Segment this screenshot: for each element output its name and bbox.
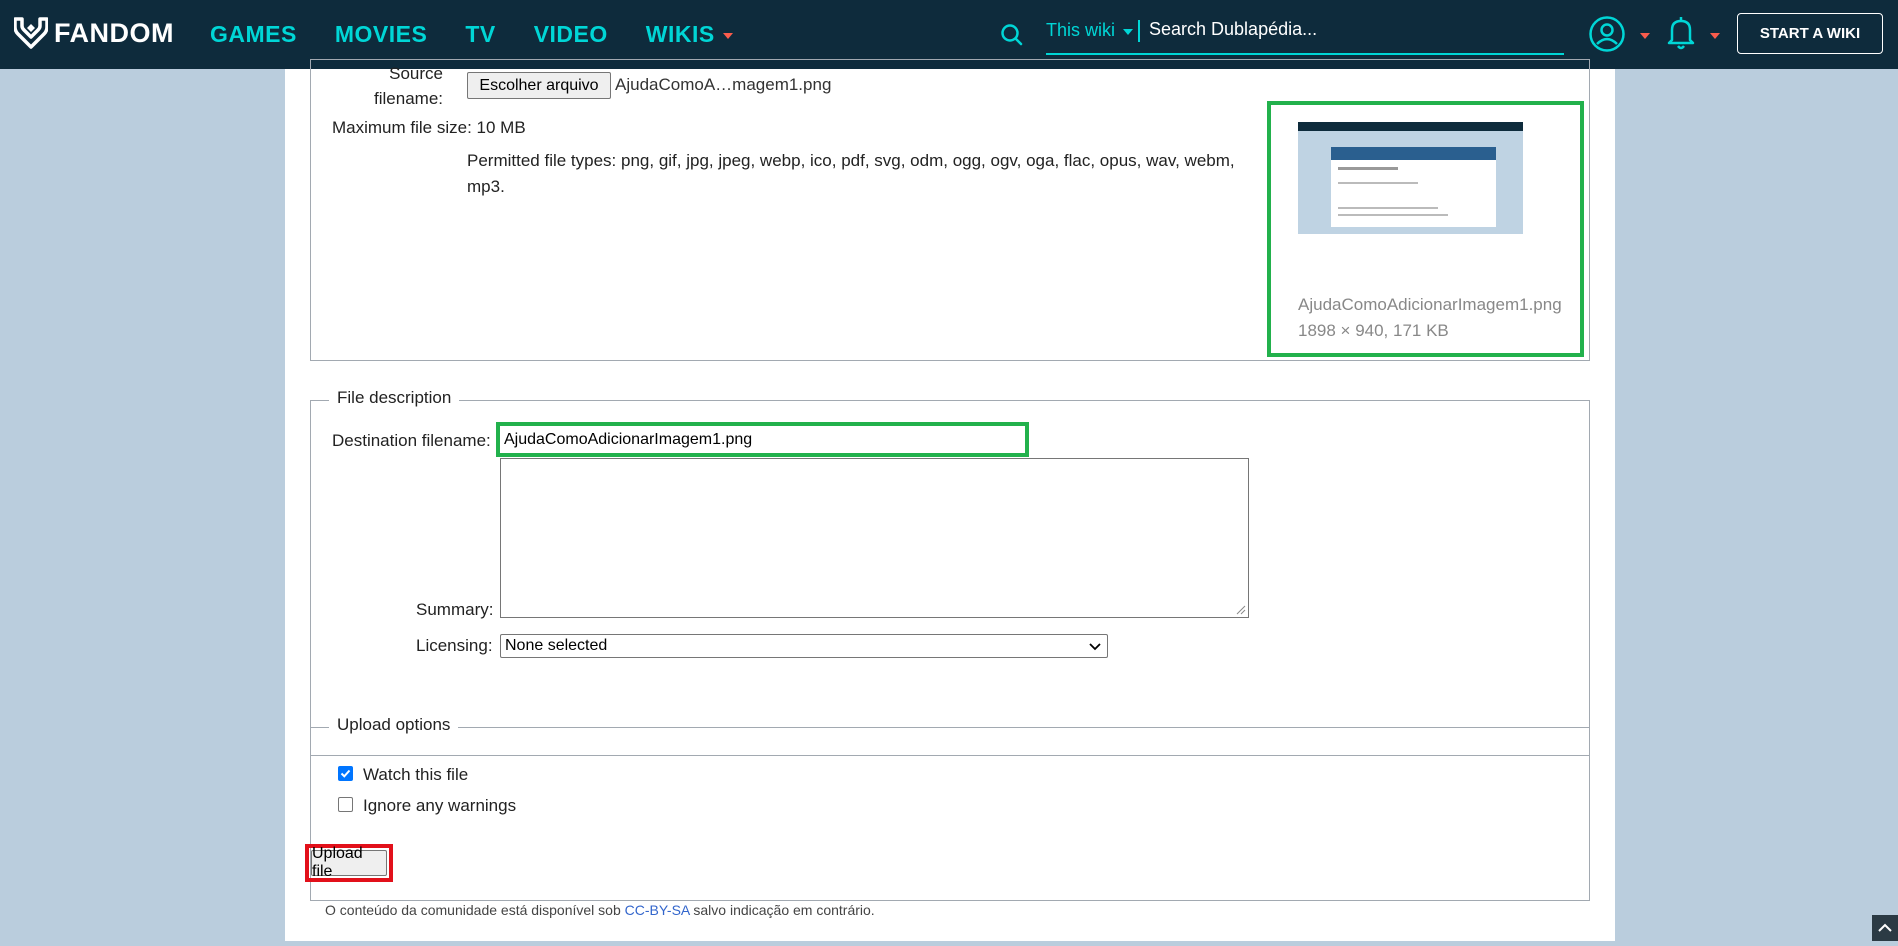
upload-form-card: Source filename: Escolher arquivo AjudaC…: [285, 59, 1615, 941]
source-label-line1: Source: [389, 64, 443, 83]
user-avatar-icon[interactable]: [1588, 15, 1626, 53]
preview-meta: 1898 × 940, 171 KB: [1298, 321, 1449, 340]
file-description-legend: File description: [329, 388, 460, 408]
footer-prefix: O conteúdo da comunidade está disponível…: [325, 902, 625, 918]
fandom-logo[interactable]: FANDOM: [14, 16, 174, 50]
fandom-wordmark: FANDOM: [54, 17, 174, 48]
resize-handle-icon[interactable]: [1236, 605, 1246, 615]
choose-file-button[interactable]: Escolher arquivo: [467, 72, 611, 99]
source-filename-label: Source filename:: [311, 61, 443, 111]
nav-games-label: GAMES: [210, 21, 297, 47]
ignore-warnings-checkbox[interactable]: [338, 797, 353, 812]
nav-video[interactable]: VIDEO: [534, 21, 608, 48]
permitted-file-types: Permitted file types: png, gif, jpg, jpe…: [467, 148, 1235, 200]
search-scope-dropdown[interactable]: This wiki: [1046, 20, 1134, 41]
license-footer: O conteúdo da comunidade está disponível…: [325, 902, 875, 918]
notifications-bell-icon[interactable]: [1666, 15, 1696, 51]
fandom-heart-icon: [14, 17, 48, 49]
nav-video-label: VIDEO: [533, 21, 608, 47]
permitted-line2: mp3.: [467, 177, 505, 196]
search-input[interactable]: Search Dublapédia...: [1149, 19, 1317, 40]
summary-textarea[interactable]: [500, 458, 1249, 618]
licensing-select[interactable]: None selected: [500, 634, 1108, 658]
max-file-size: Maximum file size: 10 MB: [332, 118, 526, 137]
upload-options-fieldset: Upload options Watch this file Ignore an…: [310, 715, 1590, 901]
preview-filename: AjudaComoAdicionarImagem1.png: [1298, 295, 1562, 314]
start-a-wiki-button[interactable]: START A WIKI: [1737, 13, 1883, 54]
scroll-to-top-button[interactable]: [1872, 915, 1898, 941]
file-preview-thumbnail: [1298, 122, 1523, 234]
chevron-down-icon[interactable]: [1640, 33, 1650, 39]
nav-tv-label: TV: [465, 21, 496, 47]
licensing-label: Licensing:: [416, 636, 493, 655]
search-divider: [1138, 20, 1140, 42]
search-scope-label: This wiki: [1046, 20, 1116, 40]
watch-file-checkbox[interactable]: [338, 766, 353, 781]
chevron-down-icon[interactable]: [1710, 33, 1720, 39]
file-preview-highlight: AjudaComoAdicionarImagem1.png 1898 × 940…: [1267, 101, 1584, 357]
nav-games[interactable]: GAMES: [210, 21, 297, 48]
licensing-selected-value: None selected: [505, 637, 608, 654]
ignore-warnings-label[interactable]: Ignore any warnings: [363, 796, 516, 816]
upload-options-legend: Upload options: [329, 715, 459, 735]
source-file-fieldset: Source filename: Escolher arquivo AjudaC…: [310, 59, 1590, 361]
nav-wikis-label: WIKIS: [645, 21, 715, 47]
footer-suffix: salvo indicação em contrário.: [689, 902, 875, 918]
chosen-file-name: AjudaComoA…magem1.png: [615, 75, 832, 94]
nav-wikis[interactable]: WIKIS: [646, 21, 733, 48]
summary-label: Summary:: [416, 600, 494, 619]
permitted-line1: Permitted file types: png, gif, jpg, jpe…: [467, 151, 1235, 170]
nav-tv[interactable]: TV: [465, 21, 495, 48]
upload-button-highlight: Upload file: [305, 844, 393, 882]
source-label-line2: filename:: [374, 89, 443, 108]
chevron-down-icon: [1089, 643, 1101, 651]
destination-filename-label: Destination filename:: [332, 431, 491, 450]
chevron-down-icon: [1123, 28, 1134, 35]
checkmark-icon: [340, 769, 351, 778]
search-underline: [1046, 53, 1564, 55]
destination-filename-input[interactable]: AjudaComoAdicionarImagem1.png: [496, 422, 1029, 457]
watch-file-label[interactable]: Watch this file: [363, 765, 468, 785]
search-icon[interactable]: [999, 22, 1025, 48]
upload-file-button[interactable]: Upload file: [311, 845, 387, 880]
file-description-fieldset: File description Destination filename: A…: [310, 388, 1590, 756]
chevron-up-icon: [1878, 923, 1892, 932]
chevron-down-icon: [722, 32, 733, 39]
cc-by-sa-link[interactable]: CC-BY-SA: [625, 902, 690, 918]
nav-movies-label: MOVIES: [334, 21, 428, 47]
nav-movies[interactable]: MOVIES: [335, 21, 427, 48]
